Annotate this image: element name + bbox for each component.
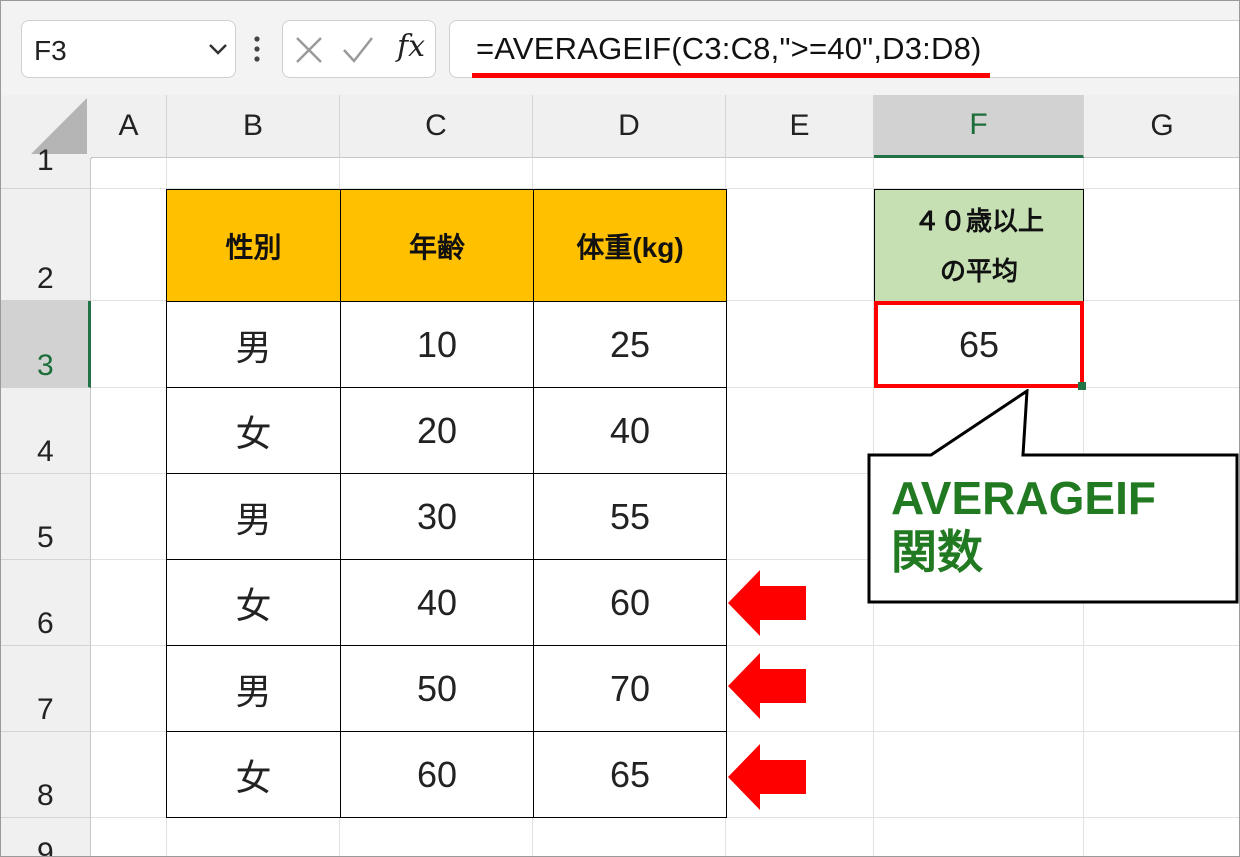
- table-cell[interactable]: 男: [166, 645, 341, 732]
- table-header-gender[interactable]: 性別: [166, 189, 341, 302]
- summary-header-line2: の平均: [939, 255, 1018, 286]
- formula-controls: fx: [282, 20, 436, 78]
- column-header-a[interactable]: A: [91, 95, 167, 158]
- table-cell[interactable]: 40: [533, 387, 727, 474]
- left-arrow-icon: [728, 744, 806, 810]
- row-header-9[interactable]: 9: [1, 818, 91, 857]
- insert-function-button[interactable]: fx: [397, 29, 425, 64]
- column-header-c[interactable]: C: [340, 95, 533, 158]
- formula-bar: F3 fx =AVERAGEIF(C3:C8,">=40",D3:D8): [1, 1, 1239, 95]
- table-cell[interactable]: 女: [166, 731, 341, 818]
- table-cell[interactable]: 男: [166, 301, 341, 388]
- summary-header-line1: ４０歳以上: [913, 205, 1044, 236]
- column-header-f[interactable]: F: [874, 95, 1084, 158]
- row-header-3[interactable]: 3: [1, 301, 91, 388]
- table-cell[interactable]: 40: [340, 559, 534, 646]
- callout-text: AVERAGEIF 関数: [891, 471, 1156, 579]
- row-number: 9: [37, 837, 54, 857]
- spreadsheet-window: F3 fx =AVERAGEIF(C3:C8,">=40",D3:D8) A B…: [0, 0, 1240, 857]
- table-cell[interactable]: 女: [166, 559, 341, 646]
- table-cell[interactable]: 60: [340, 731, 534, 818]
- row-header-5[interactable]: 5: [1, 474, 91, 560]
- row-number: 6: [37, 607, 54, 640]
- callout-line1: AVERAGEIF: [891, 472, 1156, 524]
- table-cell[interactable]: 70: [533, 645, 727, 732]
- row-number: 1: [37, 144, 54, 177]
- table-cell[interactable]: 10: [340, 301, 534, 388]
- column-header-b[interactable]: B: [167, 95, 340, 158]
- row-number: 8: [37, 779, 54, 812]
- column-header-e[interactable]: E: [726, 95, 874, 158]
- selected-cell-f3[interactable]: 65: [874, 301, 1084, 388]
- table-cell[interactable]: 男: [166, 473, 341, 560]
- table-cell[interactable]: 60: [533, 559, 727, 646]
- left-arrow-icon: [728, 570, 806, 636]
- table-cell[interactable]: 55: [533, 473, 727, 560]
- table-header-weight[interactable]: 体重(kg): [533, 189, 727, 302]
- column-header-g[interactable]: G: [1084, 95, 1239, 158]
- row-number: 2: [37, 262, 54, 295]
- table-header-age[interactable]: 年齢: [340, 189, 534, 302]
- column-header-d[interactable]: D: [533, 95, 726, 158]
- row-header-2[interactable]: 2: [1, 189, 91, 301]
- cancel-icon[interactable]: [294, 35, 324, 65]
- summary-header[interactable]: ４０歳以上 の平均: [874, 189, 1084, 302]
- name-box-value: F3: [34, 35, 67, 66]
- table-cell[interactable]: 30: [340, 473, 534, 560]
- row-header-1[interactable]: 1: [1, 144, 91, 189]
- formula-input[interactable]: =AVERAGEIF(C3:C8,">=40",D3:D8): [449, 20, 1239, 78]
- row-number: 3: [37, 349, 54, 382]
- more-options-icon[interactable]: [251, 34, 263, 64]
- left-arrow-icon: [728, 653, 806, 719]
- chevron-down-icon[interactable]: [205, 36, 231, 62]
- row-number: 4: [37, 435, 54, 468]
- row-header-8[interactable]: 8: [1, 732, 91, 818]
- check-icon[interactable]: [341, 35, 375, 65]
- table-cell[interactable]: 25: [533, 301, 727, 388]
- formula-text: =AVERAGEIF(C3:C8,">=40",D3:D8): [476, 31, 982, 66]
- row-header-6[interactable]: 6: [1, 560, 91, 646]
- callout-line2: 関数: [891, 526, 983, 578]
- formula-underline: [472, 73, 990, 78]
- table-cell[interactable]: 65: [533, 731, 727, 818]
- row-number: 5: [37, 521, 54, 554]
- table-cell[interactable]: 女: [166, 387, 341, 474]
- row-header-7[interactable]: 7: [1, 646, 91, 732]
- row-number: 7: [37, 693, 54, 726]
- table-cell[interactable]: 50: [340, 645, 534, 732]
- row-header-4[interactable]: 4: [1, 388, 91, 474]
- name-box[interactable]: F3: [21, 20, 236, 78]
- table-cell[interactable]: 20: [340, 387, 534, 474]
